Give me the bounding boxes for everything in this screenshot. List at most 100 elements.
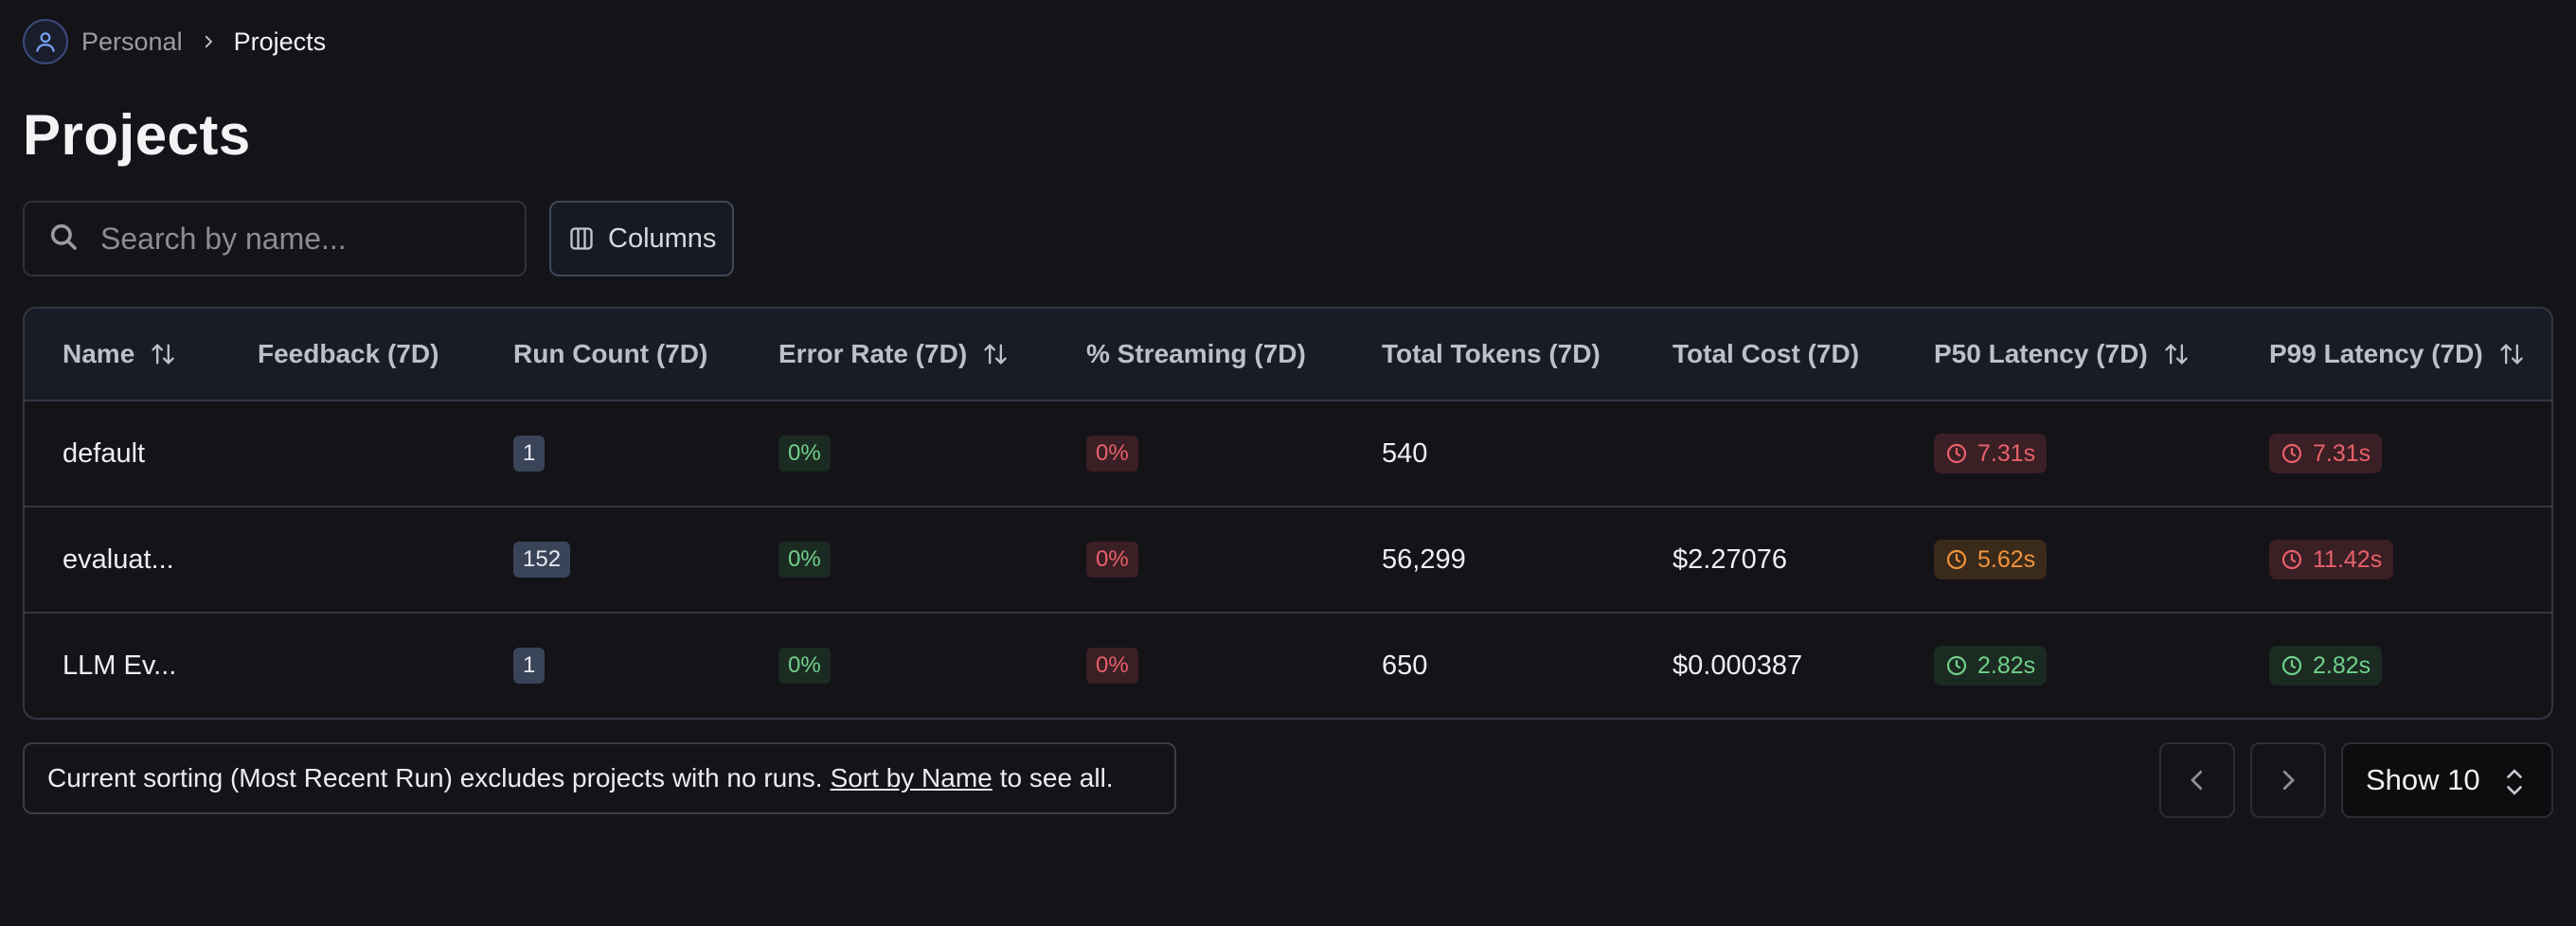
table-header: Name Feedback (7D) Run Count (7D) Error … <box>25 309 2551 401</box>
cell-run-count: 1 <box>513 614 546 718</box>
search-icon <box>47 221 80 258</box>
page-size-select[interactable]: Show 10 <box>2341 742 2553 818</box>
columns-icon <box>568 225 595 252</box>
latency-badge: 11.42s <box>2269 540 2394 579</box>
cell-total-cost: $0.000387 <box>1673 650 1803 681</box>
cell-name[interactable]: default <box>63 401 145 506</box>
header-label: Total Tokens (7D) <box>1382 339 1601 368</box>
header-label: % Streaming (7D) <box>1086 339 1306 368</box>
header-label: Name <box>63 339 135 368</box>
clock-icon <box>1946 655 1967 676</box>
table-row[interactable]: evaluat... 152 0% 0% 56,299 $2.27076 5.6… <box>25 508 2551 614</box>
cell-error-rate: 0% <box>778 508 831 612</box>
latency-badge: 5.62s <box>1934 540 2048 579</box>
projects-page: Personal Projects Projects Columns Name <box>0 0 2576 926</box>
latency-badge: 2.82s <box>1934 646 2048 686</box>
user-icon[interactable] <box>23 19 68 64</box>
table-row[interactable]: LLM Ev... 1 0% 0% 650 $0.000387 2.82s 2.… <box>25 614 2551 718</box>
breadcrumb-projects: Projects <box>233 27 327 56</box>
cell-total-tokens: 540 <box>1382 437 1428 469</box>
table-row[interactable]: default 1 0% 0% 540 7.31s 7.31s <box>25 401 2551 508</box>
latency-value: 2.82s <box>1977 651 2036 679</box>
cell-name[interactable]: evaluat... <box>63 508 174 612</box>
latency-value: 7.31s <box>2313 439 2371 467</box>
header-label: Feedback (7D) <box>258 339 439 368</box>
latency-value: 11.42s <box>2313 545 2383 573</box>
breadcrumb: Personal Projects <box>23 19 326 64</box>
cell-p99-latency: 11.42s <box>2269 508 2394 612</box>
streaming-badge: 0% <box>1086 648 1138 684</box>
sort-arrows-icon[interactable] <box>982 341 1009 367</box>
cell-total-tokens: 650 <box>1382 650 1428 681</box>
cell-run-count: 152 <box>513 508 571 612</box>
header-p50-latency[interactable]: P50 Latency (7D) <box>1934 309 2190 400</box>
error-rate-badge: 0% <box>778 542 831 578</box>
clock-icon <box>2281 443 2302 464</box>
header-error-rate[interactable]: Error Rate (7D) <box>778 309 1009 400</box>
cell-p50-latency: 5.62s <box>1934 508 2048 612</box>
prev-page-button[interactable] <box>2159 742 2235 818</box>
search-box[interactable] <box>23 201 527 276</box>
header-total-tokens: Total Tokens (7D) <box>1382 309 1601 400</box>
latency-value: 5.62s <box>1977 545 2036 573</box>
cell-p99-latency: 2.82s <box>2269 614 2383 718</box>
page-title: Projects <box>23 103 251 167</box>
header-label: Total Cost (7D) <box>1673 339 1860 368</box>
sort-by-name-link[interactable]: Sort by Name <box>831 763 993 793</box>
latency-badge: 2.82s <box>2269 646 2383 686</box>
cell-p99-latency: 7.31s <box>2269 401 2383 506</box>
cell-streaming: 0% <box>1086 614 1138 718</box>
sort-arrows-icon[interactable] <box>2163 341 2190 367</box>
cell-error-rate: 0% <box>778 614 831 718</box>
latency-badge: 7.31s <box>2269 434 2383 473</box>
header-label: P50 Latency (7D) <box>1934 339 2148 368</box>
cell-p50-latency: 2.82s <box>1934 614 2048 718</box>
notice-prefix: Current sorting (Most Recent Run) exclud… <box>47 763 823 792</box>
header-name[interactable]: Name <box>63 309 176 400</box>
header-streaming: % Streaming (7D) <box>1086 309 1306 400</box>
next-page-button[interactable] <box>2250 742 2326 818</box>
cell-total-cost: $2.27076 <box>1673 543 1787 575</box>
cell-name[interactable]: LLM Ev... <box>63 614 176 718</box>
sorting-notice: Current sorting (Most Recent Run) exclud… <box>23 742 1176 814</box>
run-count-badge: 1 <box>513 648 546 684</box>
breadcrumb-personal[interactable]: Personal <box>81 27 183 57</box>
latency-value: 2.82s <box>2313 651 2371 679</box>
search-input[interactable] <box>100 221 498 257</box>
page-size-value: Show 10 <box>2366 763 2480 796</box>
header-p99-latency[interactable]: P99 Latency (7D) <box>2269 309 2525 400</box>
cell-error-rate: 0% <box>778 401 831 506</box>
error-rate-badge: 0% <box>778 436 831 472</box>
header-feedback: Feedback (7D) <box>258 309 438 400</box>
cell-streaming: 0% <box>1086 401 1138 506</box>
streaming-badge: 0% <box>1086 436 1138 472</box>
run-count-badge: 152 <box>513 542 571 578</box>
error-rate-badge: 0% <box>778 648 831 684</box>
latency-value: 7.31s <box>1977 439 2036 467</box>
clock-icon <box>1946 443 1967 464</box>
header-label: Run Count (7D) <box>513 339 708 368</box>
cell-streaming: 0% <box>1086 508 1138 612</box>
cell-p50-latency: 7.31s <box>1934 401 2048 506</box>
header-label: P99 Latency (7D) <box>2269 339 2483 368</box>
chevron-right-icon <box>200 33 217 50</box>
columns-button[interactable]: Columns <box>549 201 734 276</box>
cell-run-count: 1 <box>513 401 546 506</box>
chevron-left-icon <box>2191 770 2203 791</box>
notice-suffix: to see all. <box>999 763 1114 792</box>
projects-table: Name Feedback (7D) Run Count (7D) Error … <box>23 307 2553 720</box>
run-count-badge: 1 <box>513 436 546 472</box>
header-run-count: Run Count (7D) <box>513 309 707 400</box>
clock-icon <box>2281 549 2302 570</box>
streaming-badge: 0% <box>1086 542 1138 578</box>
clock-icon <box>2281 655 2302 676</box>
cell-total-tokens: 56,299 <box>1382 543 1466 575</box>
chevron-up-down-icon <box>2502 763 2527 809</box>
clock-icon <box>1946 549 1967 570</box>
header-label: Error Rate (7D) <box>778 339 968 368</box>
sort-arrows-icon[interactable] <box>2498 341 2525 367</box>
columns-label: Columns <box>608 223 717 254</box>
header-total-cost: Total Cost (7D) <box>1673 309 1859 400</box>
latency-badge: 7.31s <box>1934 434 2048 473</box>
sort-arrows-icon[interactable] <box>150 341 176 367</box>
